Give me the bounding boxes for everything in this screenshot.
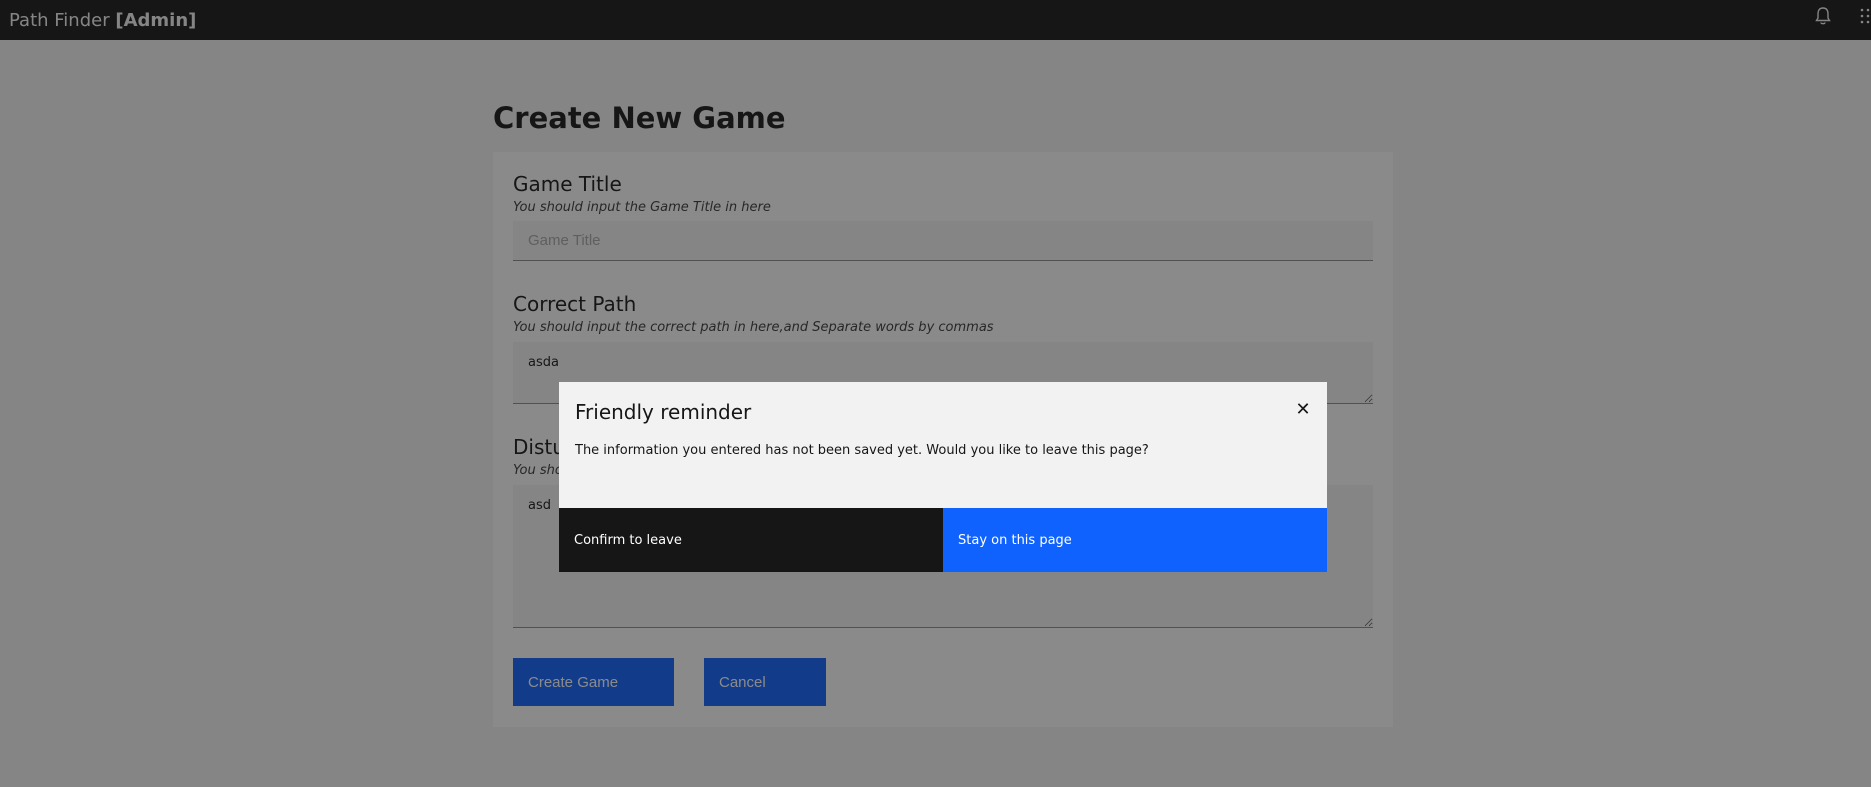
stay-on-page-button[interactable]: Stay on this page — [943, 508, 1327, 572]
modal-message: The information you entered has not been… — [575, 443, 1149, 458]
confirm-leave-button[interactable]: Confirm to leave — [559, 508, 943, 572]
close-icon[interactable]: ✕ — [1292, 399, 1314, 421]
modal-title: Friendly reminder — [575, 400, 752, 424]
leave-confirm-modal: Friendly reminder ✕ The information you … — [559, 382, 1327, 572]
